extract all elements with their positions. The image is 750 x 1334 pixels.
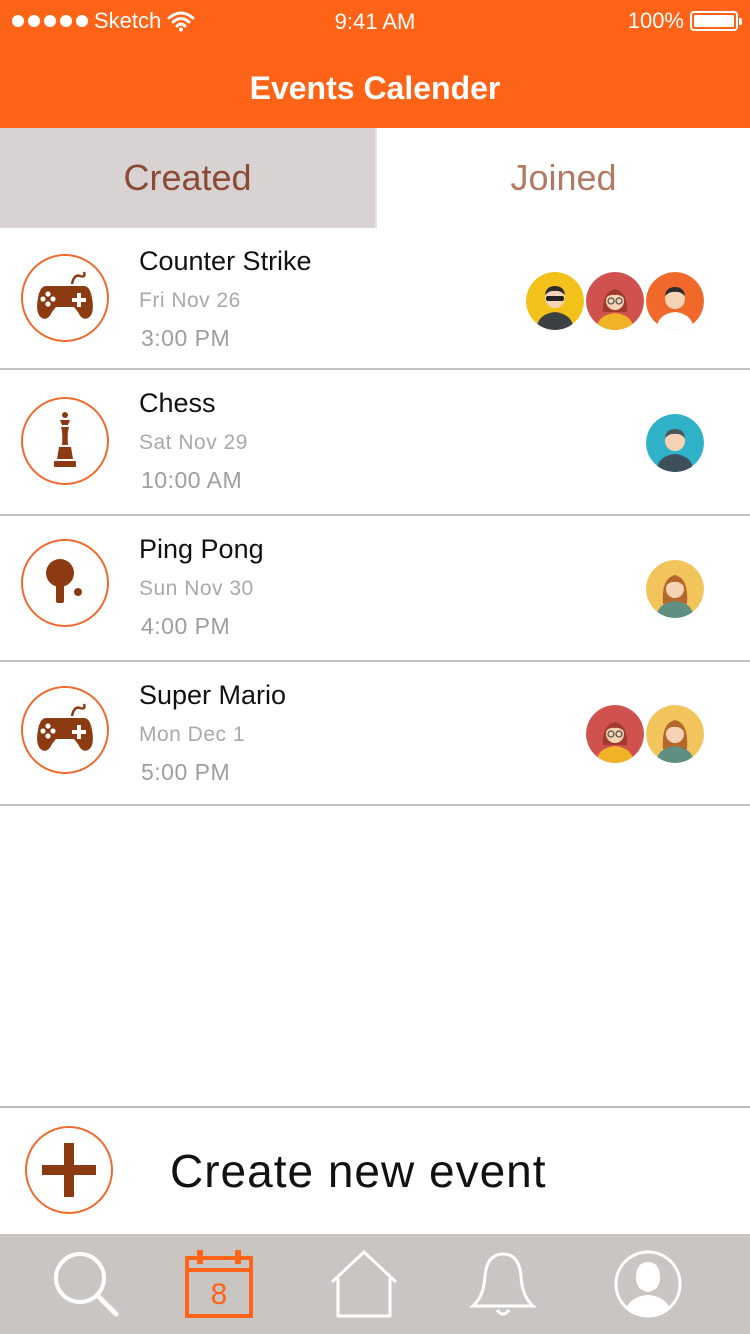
event-date: Sun Nov 30 — [139, 577, 254, 600]
tab-calendar[interactable]: 8 — [183, 1248, 255, 1320]
battery-icon — [690, 11, 742, 31]
profile-icon — [614, 1250, 682, 1318]
tab-joined[interactable]: Joined — [375, 128, 750, 228]
event-row-counter-strike[interactable]: Counter Strike Fri Nov 26 3:00 PM — [0, 228, 750, 370]
woman-yellow-avatar — [646, 560, 704, 618]
event-title: Chess — [139, 388, 216, 418]
event-title: Super Mario — [139, 680, 287, 710]
event-title: Ping Pong — [139, 534, 264, 564]
event-row-ping-pong[interactable]: Ping Pong Sun Nov 30 4:00 PM — [0, 516, 750, 662]
calendar-badge: 8 — [210, 1278, 228, 1311]
tab-notifications[interactable] — [467, 1248, 539, 1320]
page-title: Events Calender — [249, 70, 501, 106]
event-time: 3:00 PM — [141, 325, 231, 351]
tab-profile[interactable] — [612, 1248, 684, 1320]
status-bar: Sketch 9:41 AM 100% — [0, 0, 750, 44]
home-icon — [330, 1249, 398, 1318]
status-right: 100% — [627, 8, 742, 34]
event-date: Mon Dec 1 — [139, 723, 246, 746]
tab-home[interactable] — [328, 1248, 400, 1320]
man-teal-avatar — [646, 414, 704, 472]
segmented-tabs: Created Joined — [0, 128, 750, 228]
participant-avatars — [646, 560, 704, 618]
create-event-button[interactable]: Create new event — [0, 1106, 750, 1234]
event-time: 5:00 PM — [141, 759, 231, 785]
event-list: Counter Strike Fri Nov 26 3:00 PM Chess … — [0, 228, 750, 806]
man-sunglasses-avatar — [526, 272, 584, 330]
event-date: Fri Nov 26 — [139, 289, 241, 312]
woman-yellow-avatar — [646, 705, 704, 763]
chess-king-icon — [21, 397, 109, 485]
event-time: 10:00 AM — [141, 467, 243, 493]
tab-created[interactable]: Created — [0, 128, 375, 228]
event-row-super-mario[interactable]: Super Mario Mon Dec 1 5:00 PM — [0, 662, 750, 806]
search-icon — [54, 1252, 119, 1317]
event-time: 4:00 PM — [141, 613, 231, 639]
gamepad-icon — [21, 254, 109, 342]
participant-avatars — [526, 272, 704, 330]
bottom-tab-bar: 8 — [0, 1234, 750, 1334]
event-row-chess[interactable]: Chess Sat Nov 29 10:00 AM — [0, 370, 750, 516]
create-event-label: Create new event — [170, 1145, 547, 1197]
event-title: Counter Strike — [139, 246, 312, 276]
plus-icon — [25, 1126, 113, 1214]
man-orange-avatar — [646, 272, 704, 330]
woman-red-hair-avatar — [586, 272, 644, 330]
gamepad-icon — [21, 686, 109, 774]
app-header: Sketch 9:41 AM 100% Events Calender — [0, 0, 750, 128]
tab-search[interactable] — [50, 1248, 122, 1320]
battery-percent: 100% — [627, 8, 684, 33]
bell-icon — [469, 1252, 537, 1316]
participant-avatars — [646, 414, 704, 472]
participant-avatars — [586, 705, 704, 763]
event-date: Sat Nov 29 — [139, 431, 248, 454]
ping-pong-paddle-icon — [21, 539, 109, 627]
woman-red-hair-avatar — [586, 705, 644, 763]
